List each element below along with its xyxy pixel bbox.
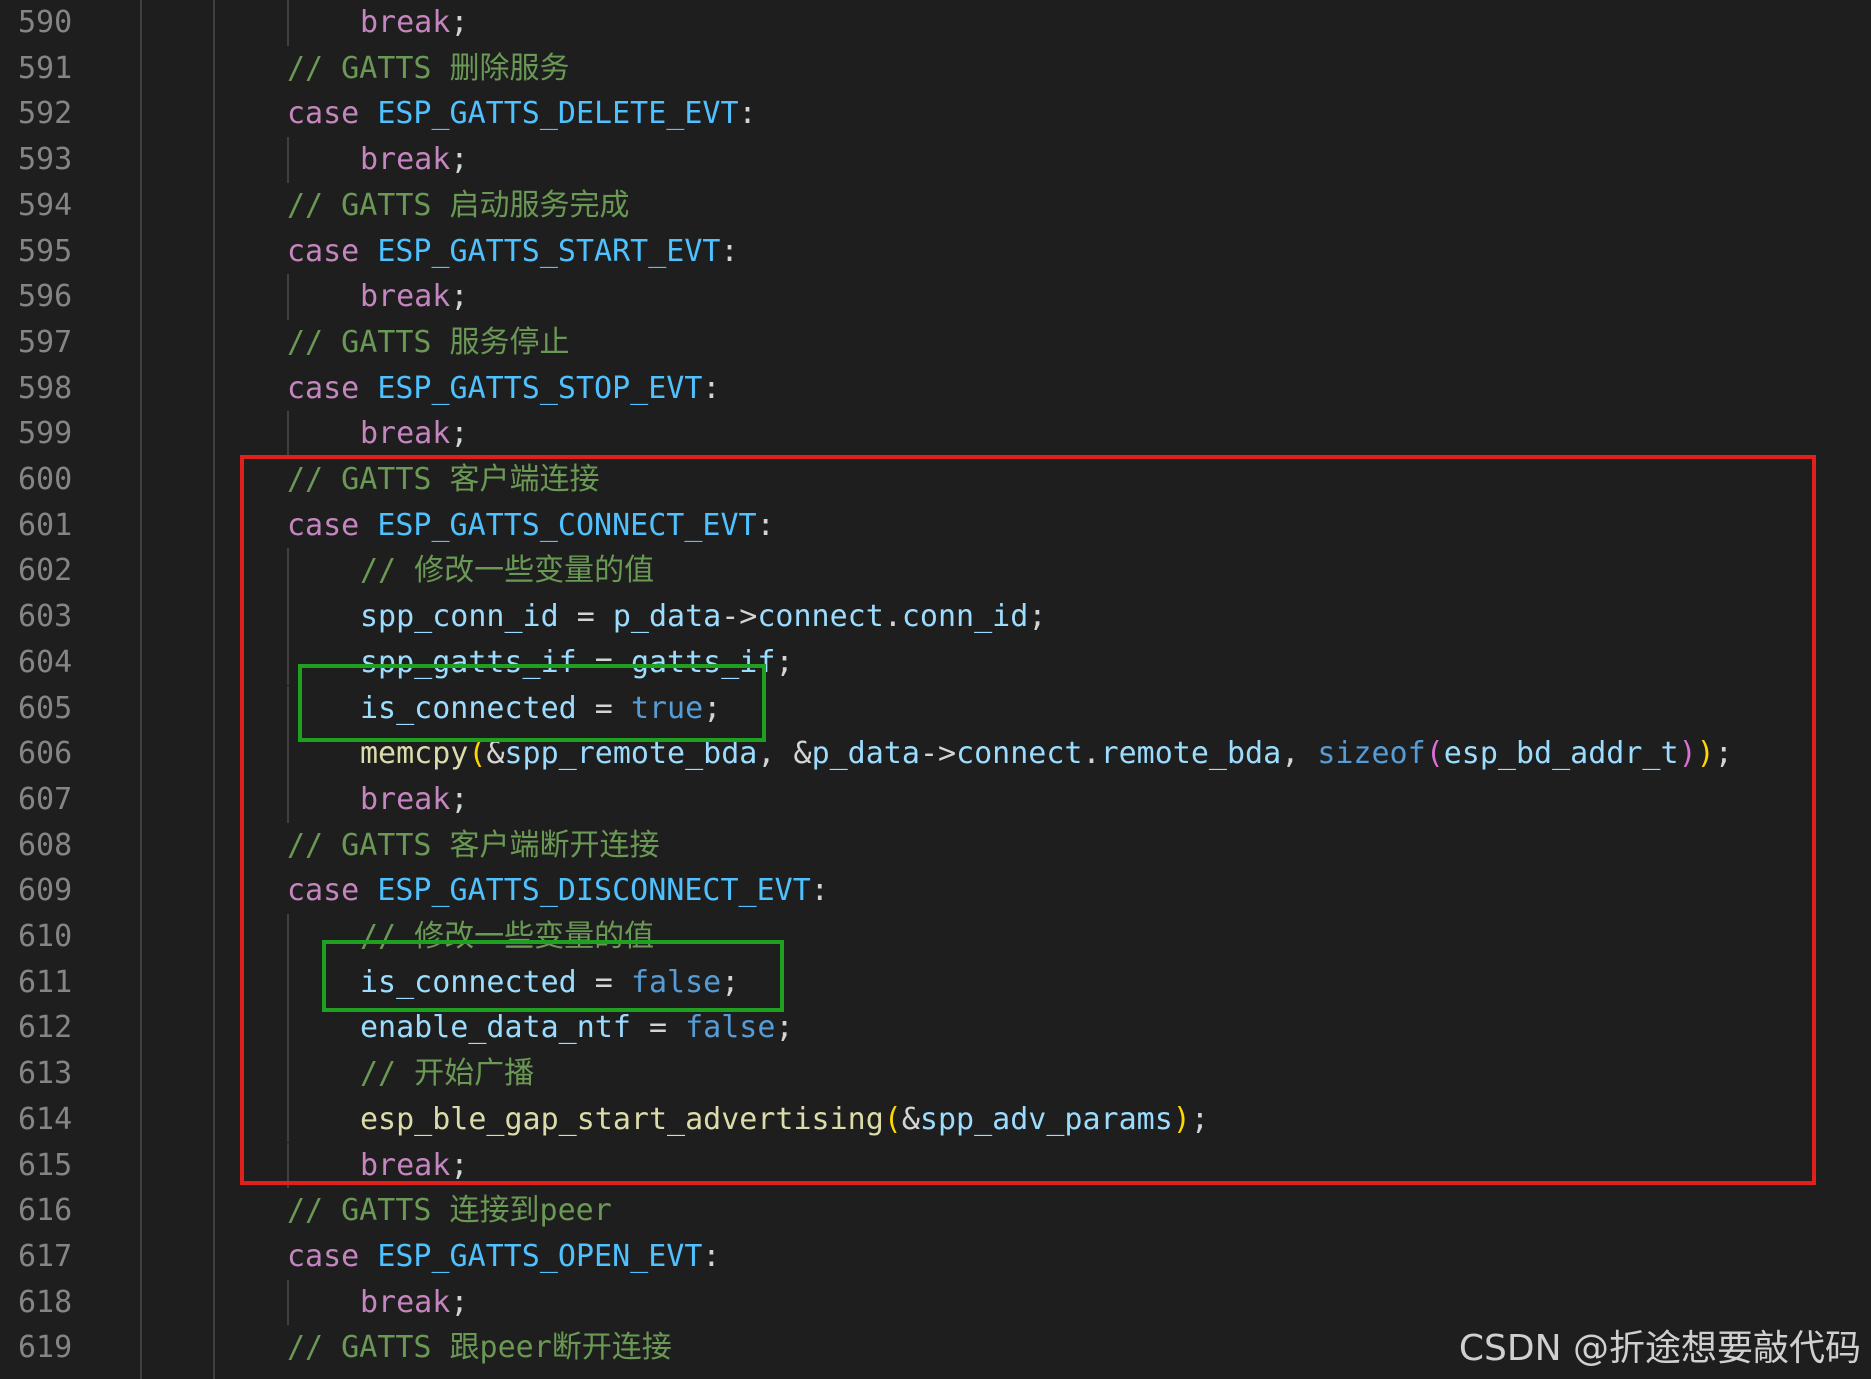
line-number: 612 (18, 1010, 73, 1046)
code-text: // GATTS 跟peer断开连接 (287, 1325, 672, 1371)
code-token: ; (450, 1284, 469, 1320)
code-token: ; (450, 5, 469, 40)
code-token: break (360, 416, 451, 452)
line-number: 615 (18, 1147, 73, 1183)
line-number: 619 (18, 1330, 73, 1366)
code-token: ; (450, 416, 469, 452)
code-token: : (720, 233, 739, 269)
line-number: 609 (18, 873, 73, 909)
code-line[interactable]: 590 break; (0, 0, 1871, 46)
line-number: 596 (18, 279, 73, 315)
highlight-box-is-connected-true (298, 664, 766, 742)
code-token: : (702, 1238, 721, 1274)
code-text: // GATTS 启动服务完成 (287, 183, 630, 229)
code-text: break; (360, 137, 468, 183)
code-token: case (287, 96, 378, 132)
code-token: break (360, 5, 451, 40)
code-line[interactable]: 598 case ESP_GATTS_STOP_EVT: (0, 366, 1871, 412)
line-number: 607 (18, 781, 73, 817)
indent-guide (287, 0, 289, 46)
code-editor[interactable]: 590 break; 591 // GATTS 删除服务 592 case ESP_GAT… (0, 0, 1871, 1379)
code-text: break; (360, 0, 468, 46)
line-number: 606 (18, 736, 73, 772)
line-number: 599 (18, 416, 73, 452)
line-number: 597 (18, 324, 73, 360)
line-number: 595 (18, 233, 73, 269)
line-number: 591 (18, 50, 73, 86)
code-line[interactable]: 594 // GATTS 启动服务完成 (0, 183, 1871, 229)
watermark: CSDN @折途想要敲代码 (1458, 1328, 1861, 1369)
code-text: case ESP_GATTS_STOP_EVT: (287, 366, 720, 412)
code-token: ESP_GATTS_DELETE_EVT (377, 96, 739, 132)
code-text: break; (360, 274, 468, 320)
code-token: ESP_GATTS_START_EVT (377, 233, 721, 269)
line-number: 614 (18, 1101, 73, 1137)
code-text: case ESP_GATTS_START_EVT: (287, 229, 739, 275)
code-text: break; (360, 411, 468, 457)
line-number: 608 (18, 827, 73, 863)
line-number: 600 (18, 462, 73, 497)
code-token: // GATTS 删除服务 (287, 50, 570, 86)
code-token: case (287, 1238, 378, 1274)
indent-guide (287, 137, 289, 183)
line-number: 594 (18, 187, 73, 223)
line-number: 598 (18, 370, 73, 406)
code-token: // GATTS 服务停止 (287, 324, 570, 360)
code-text: break; (360, 1280, 468, 1326)
code-text: // GATTS 服务停止 (287, 320, 570, 366)
code-text: case ESP_GATTS_DELETE_EVT: (287, 91, 757, 137)
code-line[interactable]: 599 break; (0, 411, 1871, 457)
line-number: 604 (18, 644, 73, 680)
code-line[interactable]: 617 case ESP_GATTS_OPEN_EVT: (0, 1234, 1871, 1280)
line-number: 590 (18, 5, 73, 40)
code-line[interactable]: 593 break; (0, 137, 1871, 183)
highlight-box-connect-section (240, 455, 1816, 1185)
code-line[interactable]: 597 // GATTS 服务停止 (0, 320, 1871, 366)
line-number: 618 (18, 1284, 73, 1320)
code-token: : (702, 370, 721, 406)
indent-guide (287, 1279, 289, 1326)
line-number: 605 (18, 690, 73, 726)
line-number: 593 (18, 142, 73, 178)
line-number: 592 (18, 96, 73, 132)
code-token: ESP_GATTS_STOP_EVT (377, 370, 703, 406)
code-token: break (360, 142, 451, 178)
code-token: case (287, 370, 378, 406)
line-number: 616 (18, 1193, 73, 1229)
line-number: 611 (18, 964, 73, 1000)
code-token: ESP_GATTS_OPEN_EVT (377, 1238, 703, 1274)
line-number: 617 (18, 1238, 73, 1274)
code-token: ; (450, 279, 469, 315)
code-line[interactable]: 616 // GATTS 连接到peer (0, 1188, 1871, 1234)
code-line[interactable]: 592 case ESP_GATTS_DELETE_EVT: (0, 91, 1871, 137)
highlight-box-is-connected-false (322, 940, 784, 1012)
code-token: case (287, 233, 378, 269)
code-token: // GATTS 启动服务完成 (287, 187, 630, 223)
code-line[interactable]: 591 // GATTS 删除服务 (0, 46, 1871, 92)
code-line[interactable]: 596 break; (0, 274, 1871, 320)
code-text: // GATTS 连接到peer (287, 1188, 612, 1234)
line-number: 613 (18, 1056, 73, 1092)
code-token: break (360, 279, 451, 315)
line-number: 603 (18, 599, 73, 635)
code-token: // GATTS 连接到peer (287, 1193, 612, 1229)
code-text: // GATTS 删除服务 (287, 46, 570, 92)
indent-guide (287, 274, 289, 320)
indent-guide (287, 411, 289, 457)
code-token: ; (450, 142, 469, 178)
code-line[interactable]: 595 case ESP_GATTS_START_EVT: (0, 229, 1871, 275)
code-token: : (738, 96, 757, 132)
code-token: break (360, 1284, 451, 1320)
line-number: 601 (18, 507, 73, 543)
code-text: case ESP_GATTS_OPEN_EVT: (287, 1234, 720, 1280)
line-number: 602 (18, 553, 73, 589)
code-token: // GATTS 跟peer断开连接 (287, 1330, 672, 1366)
line-number: 610 (18, 919, 73, 954)
